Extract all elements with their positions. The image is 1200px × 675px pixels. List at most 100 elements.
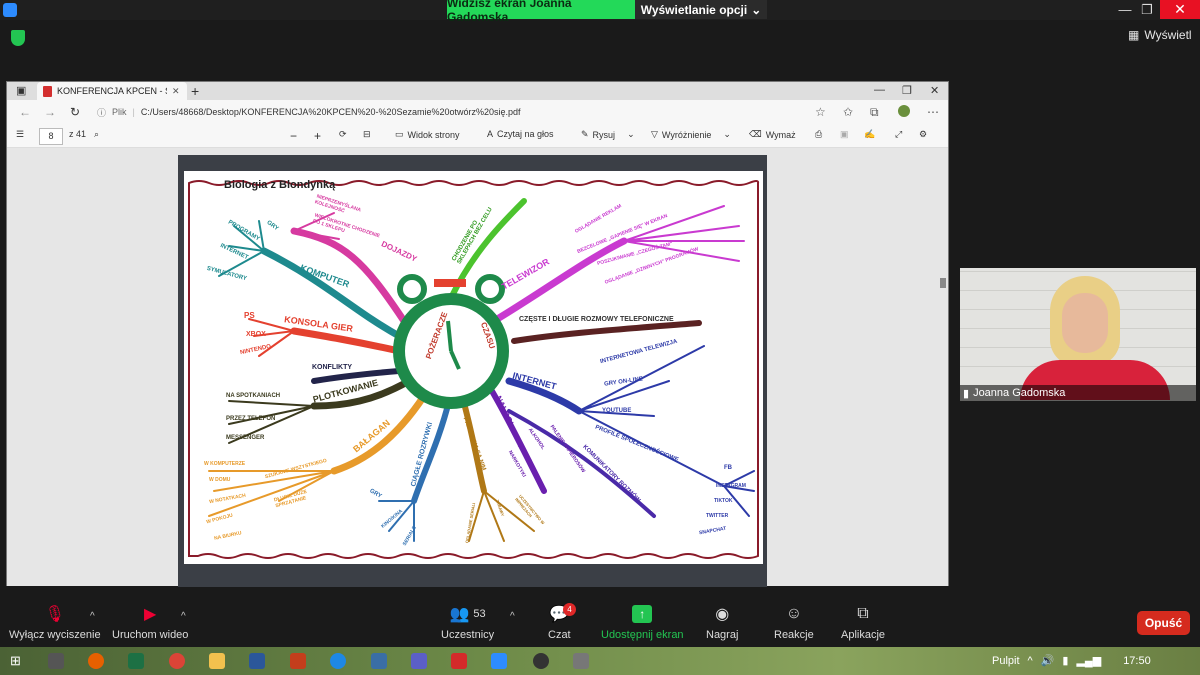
start-video-button[interactable]: ▶ Uruchom wideo	[112, 605, 188, 641]
info-icon: ⓘ	[97, 107, 107, 118]
tab-close-icon[interactable]: ✕	[172, 86, 180, 97]
more-icon[interactable]: ⋯	[927, 105, 939, 119]
chevron-down-icon: ⌄	[751, 2, 762, 17]
desktop-label[interactable]: Pulpit	[992, 655, 1020, 667]
minimize-icon[interactable]: —	[1115, 2, 1135, 17]
restore-icon[interactable]: ❐	[1137, 2, 1157, 18]
clock-time[interactable]: 17:50	[1123, 655, 1151, 667]
collections-icon[interactable]: ⧉	[870, 105, 879, 120]
print-icon[interactable]: ⎙	[815, 129, 822, 140]
zoom-in-icon[interactable]: +	[314, 129, 321, 143]
fit-page-icon[interactable]: ⊟	[363, 129, 371, 140]
refresh-icon[interactable]: ↻	[70, 105, 80, 119]
excel-icon[interactable]	[128, 653, 144, 669]
file-explorer-icon[interactable]	[209, 653, 225, 669]
record-icon: ◉	[715, 606, 730, 623]
erase-button[interactable]: ⌫ Wymaż	[749, 129, 796, 140]
tab-actions-icon[interactable]: ▣	[16, 84, 26, 97]
video-options-chevron-icon[interactable]: ^	[181, 611, 186, 622]
unmute-button[interactable]: 🎙 Wyłącz wyciszenie	[9, 605, 101, 641]
read-aloud-button[interactable]: A Czytaj na głos	[487, 129, 554, 139]
rotate-icon[interactable]: ⟳	[339, 129, 347, 140]
chat-badge: 4	[563, 603, 576, 616]
muted-microphone-icon: 🎙	[44, 606, 65, 623]
chevron-down-icon[interactable]: ⌄	[723, 129, 731, 140]
draw-button[interactable]: ✎ Rysuj ⌄	[581, 129, 635, 140]
app-icon[interactable]	[573, 653, 589, 669]
7zip-icon[interactable]	[48, 653, 64, 669]
chrome-icon[interactable]	[169, 653, 185, 669]
vertical-scrollbar[interactable]	[940, 278, 946, 288]
highlight-icon: ▽	[651, 129, 658, 139]
zoom-logo-icon	[3, 3, 17, 17]
browser-tab-bar: ▣ KONFERENCJA KPCEN - Sezami ✕ + — ❐ ✕	[7, 82, 948, 100]
browser-minimize-icon[interactable]: —	[874, 84, 885, 96]
search-icon[interactable]: ⌕	[94, 129, 99, 140]
unmute-label: Wyłącz wyciszenie	[9, 629, 101, 641]
tab-title: KONFERENCJA KPCEN - Sezami	[57, 86, 167, 96]
browser-restore-icon[interactable]: ❐	[902, 84, 912, 97]
leave-button[interactable]: Opuść	[1137, 611, 1190, 635]
url-field[interactable]: ⓘ Plik | C:/Users/48668/Desktop/KONFEREN…	[97, 103, 832, 121]
zoom-app-icon[interactable]	[491, 653, 507, 669]
reactions-button[interactable]: ☺ Reakcje	[774, 605, 814, 641]
photos-icon[interactable]	[371, 653, 387, 669]
browser-tab[interactable]: KONFERENCJA KPCEN - Sezami ✕	[37, 82, 187, 100]
tray-chevron-icon[interactable]: ^	[1028, 655, 1033, 667]
erase-label: Wymaż	[765, 129, 796, 140]
apps-button[interactable]: ⧉ Aplikacje	[841, 605, 885, 641]
system-tray: Pulpit ^ 🔊 ▮ ▂▄▆ 17:50	[992, 654, 1151, 668]
participant-name: Joanna Gadomska	[973, 387, 1066, 399]
page-view-button[interactable]: ▭ Widok strony	[395, 129, 460, 140]
view-options-button[interactable]: Wyświetlanie opcji ⌄	[635, 0, 767, 19]
close-icon[interactable]: ✕	[1160, 0, 1200, 19]
firefox-icon[interactable]	[88, 653, 104, 669]
powerpoint-icon[interactable]	[290, 653, 306, 669]
audio-options-chevron-icon[interactable]: ^	[90, 611, 95, 622]
view-button-label: Wyświetl	[1144, 28, 1192, 42]
forward-icon[interactable]: →	[44, 105, 56, 119]
windows-start-icon[interactable]: ⊞	[10, 653, 21, 669]
profile-icon[interactable]	[898, 105, 910, 117]
obs-icon[interactable]	[533, 653, 549, 669]
new-tab-icon[interactable]: +	[191, 83, 199, 99]
favorites-icon[interactable]: ✩	[843, 105, 853, 119]
share-screen-button[interactable]: ↑ Udostępnij ekran	[601, 605, 684, 641]
edge-icon[interactable]	[330, 653, 346, 669]
save-icon[interactable]: ▣	[840, 129, 849, 140]
read-aloud-icon: A	[487, 129, 494, 139]
page-number-input[interactable]: 8	[39, 128, 63, 145]
network-icon[interactable]: ▂▄▆	[1076, 654, 1101, 667]
record-button[interactable]: ◉ Nagraj	[706, 605, 738, 641]
battery-icon[interactable]: ▮	[1062, 654, 1068, 667]
view-button[interactable]: ▦ Wyświetl	[1128, 28, 1192, 42]
highlight-button[interactable]: ▽ Wyróżnienie ⌄	[651, 129, 731, 140]
apps-icon: ⧉	[857, 605, 869, 622]
add-favorite-icon[interactable]: ☆	[815, 105, 826, 119]
branch-internet-sub-6: FB	[724, 465, 732, 471]
branch-konsola-sub-1: PS	[244, 311, 255, 320]
record-label: Nagraj	[706, 629, 739, 641]
volume-icon[interactable]: 🔊	[1041, 654, 1055, 667]
acrobat-icon[interactable]	[451, 653, 467, 669]
save-as-icon[interactable]: ✍	[864, 129, 875, 140]
security-shield-icon[interactable]	[11, 30, 25, 46]
word-icon[interactable]	[249, 653, 265, 669]
contents-icon[interactable]: ☰	[16, 129, 24, 140]
participants-button[interactable]: 👥 53 Uczestnicy	[441, 605, 494, 641]
teams-icon[interactable]	[411, 653, 427, 669]
branch-internet-sub-8: TIKTOK	[714, 498, 733, 504]
highlight-label: Wyróżnienie	[661, 129, 712, 140]
participants-chevron-icon[interactable]: ^	[510, 611, 515, 622]
branch-internet-sub-9: TWITTER	[706, 513, 729, 519]
fullscreen-icon[interactable]: ⤢	[895, 129, 902, 140]
eraser-icon: ⌫	[749, 129, 762, 139]
zoom-out-icon[interactable]: −	[290, 129, 297, 143]
browser-close-icon[interactable]: ✕	[930, 84, 939, 97]
participant-video[interactable]: ▮ Joanna Gadomska	[960, 268, 1196, 401]
share-screen-label: Udostępnij ekran	[601, 629, 684, 641]
back-icon[interactable]: ←	[19, 105, 31, 119]
participants-icon: 👥 53	[449, 606, 486, 623]
settings-gear-icon[interactable]: ⚙	[919, 129, 927, 140]
chevron-down-icon[interactable]: ⌄	[627, 129, 635, 140]
